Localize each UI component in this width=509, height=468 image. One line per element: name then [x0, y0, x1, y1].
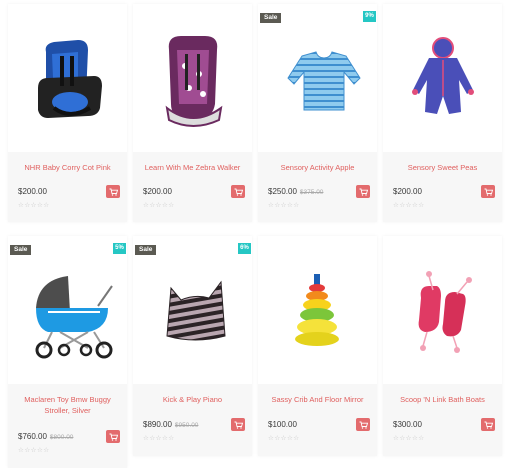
discount-badge: 5% — [113, 243, 126, 254]
price-block: $300.00 — [393, 420, 422, 429]
product-card[interactable]: NHR Baby Corry Cot Pink $200.00 ☆☆☆☆☆ — [8, 4, 127, 222]
add-to-cart-button[interactable] — [231, 185, 245, 198]
price-block: $200.00 — [393, 187, 422, 196]
sale-badge: Sale — [260, 13, 282, 23]
product-info: Sensory Sweet Peas $200.00 ☆☆☆☆☆ — [383, 152, 502, 222]
product-price: $200.00 — [393, 187, 422, 196]
product-image[interactable] — [383, 236, 502, 384]
product-info: Kick & Play Piano $890.00 $950.00 ☆☆☆☆☆ — [133, 384, 252, 456]
knit-hat-image — [166, 280, 226, 341]
add-to-cart-button[interactable] — [356, 418, 370, 431]
product-image[interactable] — [258, 236, 377, 384]
product-price: $760.00 — [18, 432, 47, 441]
price-block: $250.00 $375.00 — [268, 187, 323, 196]
rating-stars: ☆☆☆☆☆ — [268, 435, 300, 442]
cart-icon — [234, 421, 243, 429]
cart-icon — [234, 188, 243, 196]
product-price: $890.00 — [143, 420, 172, 429]
striped-bodysuit-image — [287, 51, 361, 111]
cart-icon — [484, 188, 493, 196]
product-info: Learn With Me Zebra Walker $200.00 ☆☆☆☆☆ — [133, 152, 252, 222]
product-title[interactable]: NHR Baby Corry Cot Pink — [12, 162, 123, 173]
snowsuit-image — [412, 37, 474, 114]
sale-badge: Sale — [135, 245, 157, 255]
product-info: NHR Baby Corry Cot Pink $200.00 ☆☆☆☆☆ — [8, 152, 127, 222]
product-image[interactable] — [8, 4, 127, 152]
rating-stars: ☆☆☆☆☆ — [393, 202, 425, 209]
product-image[interactable]: Sale 9% — [258, 4, 377, 152]
product-title[interactable]: Learn With Me Zebra Walker — [137, 162, 248, 173]
product-card[interactable]: Learn With Me Zebra Walker $200.00 ☆☆☆☆☆ — [133, 4, 252, 222]
cart-icon — [359, 188, 368, 196]
product-old-price: $800.00 — [49, 434, 74, 441]
cart-icon — [109, 188, 118, 196]
product-image[interactable]: Sale 5% — [8, 236, 127, 384]
product-price: $300.00 — [393, 420, 422, 429]
rating-stars: ☆☆☆☆☆ — [18, 447, 50, 454]
product-card[interactable]: Sensory Sweet Peas $200.00 ☆☆☆☆☆ — [383, 4, 502, 222]
product-price: $250.00 — [268, 187, 297, 196]
knit-booties-image — [418, 271, 472, 353]
product-info: Sensory Activity Apple $250.00 $375.00 ☆☆… — [258, 152, 377, 222]
rating-stars: ☆☆☆☆☆ — [143, 435, 175, 442]
product-title[interactable]: Sassy Crib And Floor Mirror — [262, 394, 373, 405]
add-to-cart-button[interactable] — [106, 185, 120, 198]
product-price: $200.00 — [18, 187, 47, 196]
price-block: $200.00 — [18, 187, 47, 196]
add-to-cart-button[interactable] — [231, 418, 245, 431]
rating-stars: ☆☆☆☆☆ — [143, 202, 175, 209]
rating-stars: ☆☆☆☆☆ — [268, 202, 300, 209]
stroller-image — [35, 276, 113, 359]
product-title[interactable]: Kick & Play Piano — [137, 394, 248, 405]
product-card[interactable]: Sale 6% Kick & Play Piano $890.00 $950.00… — [133, 236, 252, 456]
product-card[interactable]: Scoop 'N Link Bath Boats $300.00 ☆☆☆☆☆ — [383, 236, 502, 456]
sale-badge: Sale — [10, 245, 32, 255]
car-seat-purple-image — [165, 36, 223, 127]
add-to-cart-button[interactable] — [481, 185, 495, 198]
product-info: Sassy Crib And Floor Mirror $100.00 ☆☆☆☆… — [258, 384, 377, 456]
product-card[interactable]: Sale 5% Maclaren Toy Bmw Buggy Stroller,… — [8, 236, 127, 468]
product-title[interactable]: Sensory Activity Apple — [262, 162, 373, 173]
rating-stars: ☆☆☆☆☆ — [18, 202, 50, 209]
product-title[interactable]: Maclaren Toy Bmw Buggy Stroller, Silver — [12, 394, 123, 416]
cart-icon — [109, 433, 118, 441]
product-price: $200.00 — [143, 187, 172, 196]
discount-badge: 6% — [238, 243, 251, 254]
product-card[interactable]: Sassy Crib And Floor Mirror $100.00 ☆☆☆☆… — [258, 236, 377, 456]
price-block: $760.00 $800.00 — [18, 432, 73, 441]
cart-icon — [359, 421, 368, 429]
car-seat-blue-image — [38, 40, 102, 118]
add-to-cart-button[interactable] — [106, 430, 120, 443]
product-price: $100.00 — [268, 420, 297, 429]
discount-badge: 9% — [363, 11, 376, 22]
cart-icon — [484, 421, 493, 429]
product-old-price: $950.00 — [174, 422, 199, 429]
product-info: Scoop 'N Link Bath Boats $300.00 ☆☆☆☆☆ — [383, 384, 502, 456]
product-image[interactable] — [133, 4, 252, 152]
price-block: $890.00 $950.00 — [143, 420, 198, 429]
product-old-price: $375.00 — [299, 189, 324, 196]
product-info: Maclaren Toy Bmw Buggy Stroller, Silver … — [8, 384, 127, 468]
product-image[interactable]: Sale 6% — [133, 236, 252, 384]
product-title[interactable]: Sensory Sweet Peas — [387, 162, 498, 173]
product-card[interactable]: Sale 9% Sensory Activity Apple $250.00 $3… — [258, 4, 377, 222]
product-image[interactable] — [383, 4, 502, 152]
product-title[interactable]: Scoop 'N Link Bath Boats — [387, 394, 498, 405]
rating-stars: ☆☆☆☆☆ — [393, 435, 425, 442]
price-block: $200.00 — [143, 187, 172, 196]
add-to-cart-button[interactable] — [356, 185, 370, 198]
ring-stacker-image — [295, 274, 339, 346]
add-to-cart-button[interactable] — [481, 418, 495, 431]
price-block: $100.00 — [268, 420, 297, 429]
